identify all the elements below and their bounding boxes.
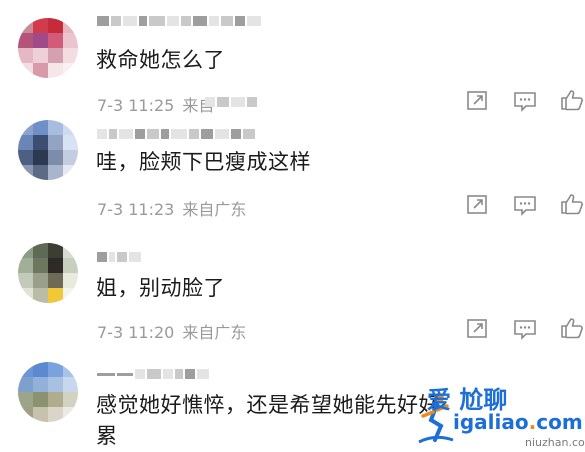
site-watermark: 爱 尬聊 igaliao.com niuzhan.com: [415, 380, 585, 452]
comment-location: 来自广东: [182, 200, 247, 219]
username-mosaic[interactable]: [97, 367, 209, 381]
comment-meta: 7-3 11:25 来自: [97, 92, 214, 116]
username-mosaic[interactable]: [97, 14, 261, 28]
username-mosaic[interactable]: [97, 127, 255, 141]
comment-time: 7-3 11:20: [97, 323, 175, 342]
watermark-subtitle: niuzhan.com: [525, 436, 585, 449]
share-icon[interactable]: [466, 194, 490, 216]
comment-text-line-1: 感觉她好憔悴，还是希望她能先好好: [96, 393, 440, 417]
avatar[interactable]: [18, 18, 78, 78]
comment-text-line-2: 累: [96, 424, 118, 448]
like-icon[interactable]: [560, 193, 584, 215]
like-icon[interactable]: [560, 317, 584, 339]
comment-time: 7-3 11:25: [97, 96, 175, 115]
comment-text: 救命她怎么了: [96, 48, 225, 72]
watermark-brand: igaliao.com: [453, 410, 583, 434]
reply-icon[interactable]: [513, 194, 537, 216]
comment-meta: 7-3 11:23 来自广东: [97, 196, 246, 220]
comment-time: 7-3 11:23: [97, 200, 175, 219]
comment-location: 来自广东: [182, 323, 247, 342]
share-icon[interactable]: [466, 318, 490, 340]
like-icon[interactable]: [560, 89, 584, 111]
reply-icon[interactable]: [513, 318, 537, 340]
reply-icon[interactable]: [513, 90, 537, 112]
location-mosaic: [205, 95, 257, 109]
avatar[interactable]: [18, 120, 78, 180]
comment-text: 哇，脸颊下巴瘦成这样: [96, 150, 311, 174]
comment-meta: 7-3 11:20 来自广东: [97, 319, 246, 343]
avatar[interactable]: [18, 362, 78, 422]
comment-text: 姐，别动脸了: [96, 276, 225, 300]
avatar[interactable]: [18, 243, 78, 303]
share-icon[interactable]: [466, 90, 490, 112]
username-mosaic[interactable]: [97, 250, 141, 264]
